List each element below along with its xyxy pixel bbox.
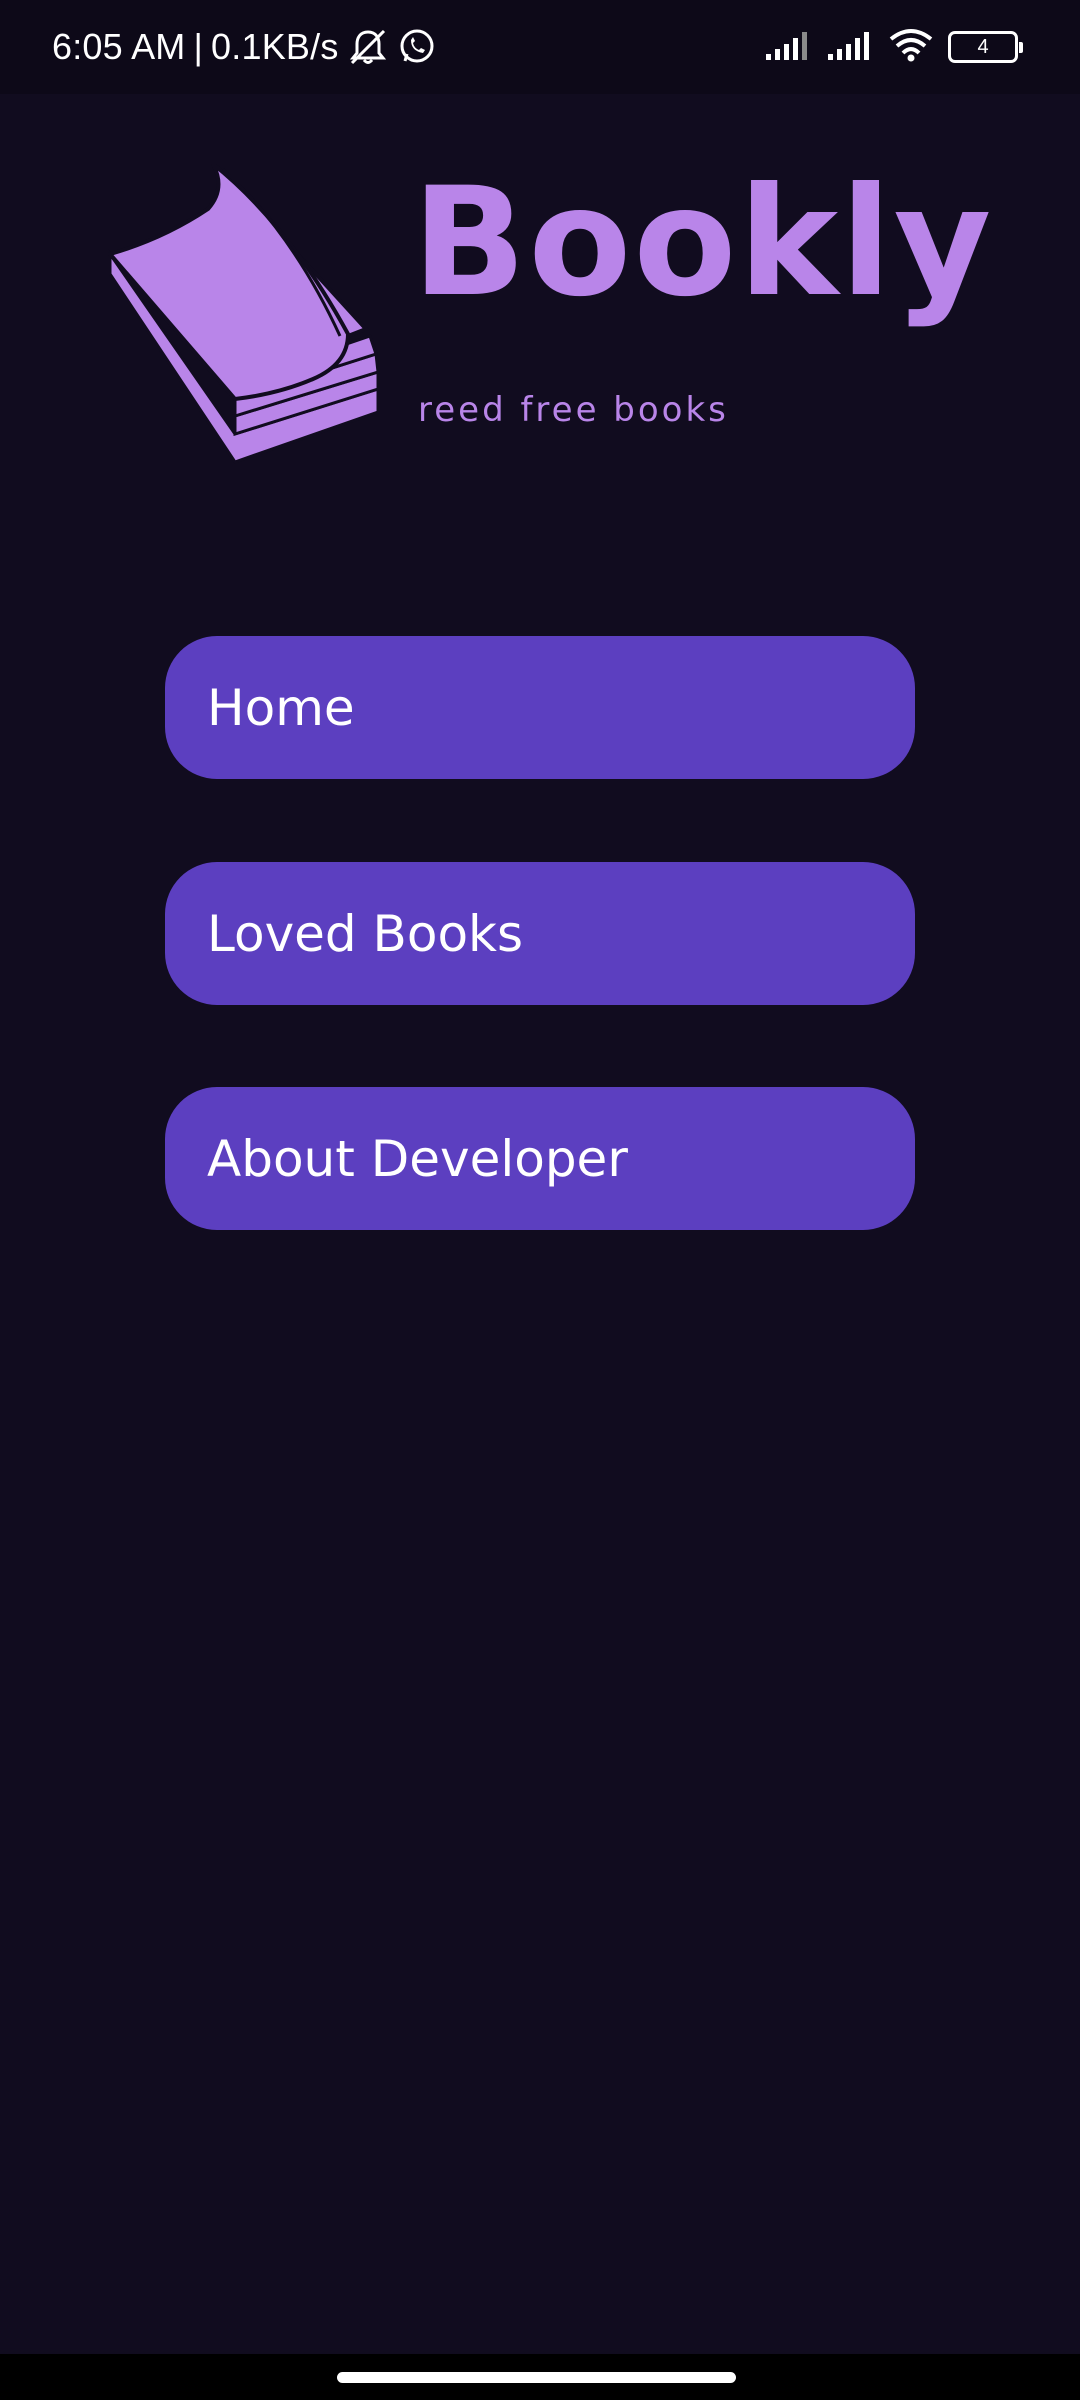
status-separator: |	[193, 26, 204, 67]
signal-icon	[826, 28, 874, 67]
wifi-icon	[888, 27, 934, 68]
mute-bell-icon	[347, 28, 389, 66]
home-button[interactable]: Home	[165, 636, 915, 779]
system-navigation-bar	[0, 2354, 1080, 2400]
about-developer-button-label: About Developer	[207, 1129, 628, 1188]
loved-books-button-label: Loved Books	[207, 904, 524, 963]
whatsapp-icon	[397, 27, 437, 67]
battery-icon: 4	[948, 31, 1023, 63]
status-right: 4	[764, 0, 1023, 94]
home-indicator[interactable]	[337, 2372, 736, 2383]
status-bar: 6:05 AM | 0.1KB/s 4	[0, 0, 1080, 94]
loved-books-button[interactable]: Loved Books	[165, 862, 915, 1005]
brand-name: Bookly	[412, 156, 994, 330]
signal-icon	[764, 28, 812, 67]
status-left: 6:05 AM | 0.1KB/s	[52, 0, 437, 94]
status-time: 6:05 AM	[52, 26, 186, 67]
network-speed: 0.1KB/s	[211, 26, 339, 67]
home-button-label: Home	[207, 678, 355, 737]
book-logo-icon	[106, 162, 388, 479]
battery-level: 4	[977, 35, 989, 58]
about-developer-button[interactable]: About Developer	[165, 1087, 915, 1230]
brand-tagline: reed free books	[418, 390, 729, 430]
